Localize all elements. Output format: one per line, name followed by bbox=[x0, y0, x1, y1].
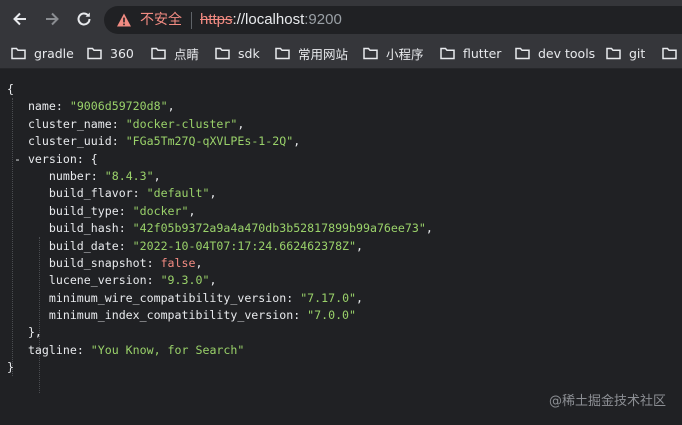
bookmark-gradle[interactable]: gradle bbox=[11, 38, 74, 68]
folder-icon bbox=[11, 47, 26, 59]
json-value: false bbox=[160, 255, 196, 270]
folder-icon bbox=[87, 47, 102, 59]
not-secure-label[interactable]: 不安全 bbox=[140, 11, 182, 29]
json-value: "42f05b9372a9a4a470db3b52817899b99a76ee7… bbox=[132, 221, 426, 236]
bookmark-dev-tools[interactable]: dev tools bbox=[515, 38, 595, 68]
brace-close: } bbox=[7, 360, 14, 375]
json-value: "You Know, for Search" bbox=[90, 342, 245, 357]
bookmark-label: 常用网站 bbox=[298, 46, 349, 62]
json-key: version: bbox=[27, 151, 84, 166]
json-key: build_hash: bbox=[48, 221, 126, 236]
json-value: "7.17.0" bbox=[300, 290, 357, 305]
folder-icon bbox=[151, 47, 166, 59]
json-line: }, bbox=[7, 324, 433, 341]
json-value: "docker" bbox=[132, 203, 189, 218]
json-line: number: "8.4.3", bbox=[48, 168, 161, 183]
json-line: build_type: "docker", bbox=[48, 203, 196, 218]
bookmark-label: dev tools bbox=[538, 45, 596, 61]
bookmarks-bar: gradle 360 点睛 sdk 常用网站 小程序 flutter dev t… bbox=[0, 38, 682, 69]
brace-close: }, bbox=[27, 325, 42, 340]
watermark: @稀土掘金技术社区 bbox=[548, 394, 666, 409]
json-line: minimum_index_compatibility_version: "7.… bbox=[7, 307, 433, 324]
json-value: "9.3.0" bbox=[160, 273, 210, 288]
json-key: name: bbox=[27, 99, 63, 114]
bookmark-label: 点睛 bbox=[174, 46, 200, 62]
bookmark-label: 小程序 bbox=[386, 46, 424, 62]
folder-icon bbox=[515, 47, 530, 59]
json-value: "FGa5Tm27Q-qXVLPEs-1-2Q" bbox=[125, 134, 294, 149]
json-key: minimum_index_compatibility_version: bbox=[48, 308, 301, 323]
json-key: build_date: bbox=[48, 238, 126, 253]
collapse-toggle[interactable]: - bbox=[14, 152, 21, 166]
folder-icon bbox=[606, 47, 621, 59]
json-key: cluster_uuid: bbox=[27, 134, 119, 149]
json-key: tagline: bbox=[27, 342, 84, 357]
json-value: "default" bbox=[146, 186, 210, 201]
json-value: "docker-cluster" bbox=[125, 116, 238, 131]
json-value: "8.4.3" bbox=[104, 168, 154, 183]
json-key: number: bbox=[48, 168, 98, 183]
folder-icon bbox=[215, 47, 230, 59]
json-line: build_date: "2022-10-04T07:17:24.6624623… bbox=[48, 238, 364, 253]
url-scheme: https bbox=[200, 11, 233, 28]
bookmark-common-sites[interactable]: 常用网站 bbox=[275, 38, 348, 68]
bookmark-360[interactable]: 360 bbox=[87, 38, 134, 68]
folder-icon bbox=[363, 47, 378, 59]
json-line: tagline: "You Know, for Search" bbox=[7, 342, 433, 359]
brace-open: { bbox=[7, 82, 14, 96]
json-body: { name: "9006d59720d8", cluster_name: "d… bbox=[7, 81, 433, 393]
json-line: } bbox=[7, 359, 433, 376]
url-port: :9200 bbox=[304, 11, 342, 28]
json-line: build_hash: "42f05b9372a9a4a470db3b52817… bbox=[48, 221, 433, 236]
bookmark-label: git bbox=[629, 45, 646, 61]
json-line: name: "9006d59720d8", bbox=[27, 99, 175, 114]
folder-icon bbox=[440, 47, 455, 59]
reload-icon[interactable] bbox=[74, 9, 94, 29]
json-line: lucene_version: "9.3.0", bbox=[48, 273, 217, 288]
bookmark-dianjing[interactable]: 点睛 bbox=[151, 38, 199, 68]
json-line: cluster_uuid: "FGa5Tm27Q-qXVLPEs-1-2Q", bbox=[27, 134, 301, 149]
omnibox-divider bbox=[191, 12, 192, 29]
url-host: ://localhost bbox=[232, 11, 305, 28]
bookmark-git[interactable]: git bbox=[606, 38, 645, 68]
json-value: "2022-10-04T07:17:24.662462378Z" bbox=[132, 238, 357, 253]
bookmark-label: gradle bbox=[34, 45, 74, 61]
json-key: minimum_wire_compatibility_version: bbox=[48, 290, 294, 305]
json-viewer: { name: "9006d59720d8", cluster_name: "d… bbox=[0, 69, 682, 425]
address-bar[interactable]: 不安全 https://localhost:9200 bbox=[104, 6, 682, 34]
forward-arrow-icon[interactable] bbox=[42, 9, 62, 29]
bookmark-mini-program[interactable]: 小程序 bbox=[363, 38, 424, 68]
json-line: build_snapshot: false, bbox=[48, 255, 203, 270]
json-line: minimum_wire_compatibility_version: "7.1… bbox=[48, 290, 364, 305]
json-key: build_flavor: bbox=[48, 186, 140, 201]
warning-icon[interactable] bbox=[116, 12, 132, 28]
url-text[interactable]: https://localhost:9200 bbox=[200, 11, 342, 29]
browser-toolbar: 不安全 https://localhost:9200 bbox=[0, 0, 682, 38]
json-line: - version: { bbox=[7, 151, 433, 168]
brace-open: { bbox=[90, 151, 98, 166]
folder-icon bbox=[662, 47, 677, 59]
json-key: cluster_name: bbox=[27, 116, 119, 131]
bookmark-label: flutter bbox=[463, 45, 502, 61]
back-arrow-icon[interactable] bbox=[10, 9, 30, 29]
bookmark-label: 360 bbox=[110, 45, 134, 61]
folder-icon bbox=[275, 47, 290, 59]
bookmark-label: sdk bbox=[238, 45, 260, 61]
bookmark-flutter[interactable]: flutter bbox=[440, 38, 501, 68]
json-key: build_snapshot: bbox=[48, 255, 154, 270]
bookmark-sdk[interactable]: sdk bbox=[215, 38, 260, 68]
json-value: "7.0.0" bbox=[307, 308, 357, 323]
json-line: { bbox=[7, 81, 433, 98]
json-key: build_type: bbox=[48, 203, 126, 218]
json-line: build_flavor: "default", bbox=[48, 186, 217, 201]
bookmark-folder-partial[interactable] bbox=[662, 38, 682, 68]
json-line: cluster_name: "docker-cluster", bbox=[27, 116, 245, 131]
json-key: lucene_version: bbox=[48, 273, 154, 288]
json-value: "9006d59720d8" bbox=[69, 99, 168, 114]
